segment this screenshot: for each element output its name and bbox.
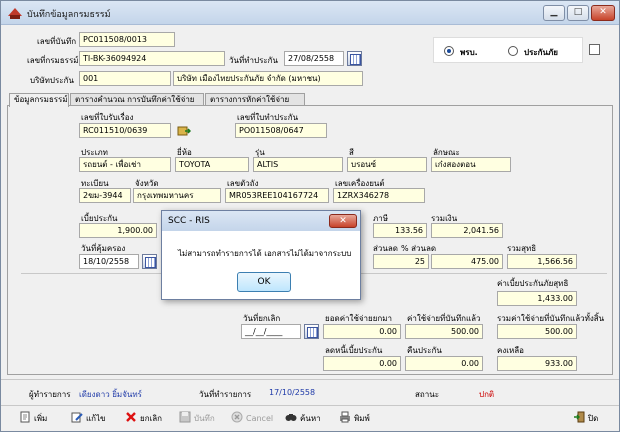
user-label: ผู้ทำรายการ	[29, 390, 71, 399]
dialog-close-button[interactable]: ✕	[329, 214, 357, 228]
save-button-label: บันทึก	[194, 414, 215, 423]
edit-icon	[71, 412, 83, 423]
insurer-code-field[interactable]: 001	[79, 71, 171, 86]
net-premium-label: ค่าเบี้ยประกันภัยสุทธิ	[497, 279, 569, 288]
print-button[interactable]: พิมพ์	[339, 411, 370, 427]
close-window-button[interactable]: ✕	[591, 5, 615, 21]
cancel-button-label: Cancel	[246, 414, 274, 423]
deduct-field[interactable]: 0.00	[323, 356, 401, 371]
window-title: บันทึกข้อมูลกรมธรรม์	[27, 10, 111, 20]
model-field[interactable]: ALTIS	[253, 157, 343, 172]
dialog-ok-button[interactable]: OK	[237, 272, 291, 292]
radio-prb-label: พรบ.	[460, 48, 478, 57]
close-button[interactable]: ปิด	[573, 411, 598, 427]
expense-field[interactable]: 500.00	[405, 324, 483, 339]
brand-field[interactable]: TOYOTA	[175, 157, 249, 172]
net-premium-field[interactable]: 1,433.00	[497, 291, 577, 306]
calendar-icon[interactable]	[304, 324, 319, 339]
flag-checkbox[interactable]	[589, 44, 600, 55]
claim-no-field[interactable]: RC011510/0639	[79, 123, 171, 138]
add-button-label: เพิ่ม	[34, 414, 48, 423]
discount-pct-field[interactable]: 25	[373, 254, 429, 269]
search-button[interactable]: ค้นหา	[285, 411, 321, 427]
edit-button[interactable]: แก้ไข	[71, 411, 106, 427]
policy-no-label: เลขที่กรมธรรม์	[27, 56, 79, 65]
save-button[interactable]: บันทึก	[179, 411, 215, 427]
state-label: สถานะ	[415, 390, 439, 399]
dialog-message: ไม่สามารถทำรายการได้ เอกสารไม่ได้มาจากระ…	[178, 249, 352, 258]
app-icon	[8, 8, 22, 19]
title-bar: บันทึกข้อมูลกรมธรรม์ ▁ □ ✕	[1, 1, 619, 25]
main-window: บันทึกข้อมูลกรมธรรม์ ▁ □ ✕ เลขที่บันทึก …	[0, 0, 620, 432]
policy-kind-group: พรบ. ประกันภัย	[433, 37, 583, 63]
maximize-button[interactable]: □	[567, 5, 589, 21]
radio-insurance[interactable]	[508, 46, 518, 56]
paid-field[interactable]: 0.00	[323, 324, 401, 339]
total-expense-field[interactable]: 500.00	[497, 324, 577, 339]
tab-policy-info[interactable]: ข้อมูลกรมธรรม์	[9, 93, 69, 107]
color-field[interactable]: บรอนซ์	[347, 157, 427, 172]
cancel-button[interactable]: Cancel	[231, 411, 273, 427]
state-value: ปกติ	[479, 390, 495, 399]
print-button-label: พิมพ์	[354, 414, 370, 423]
protect-date-field[interactable]: 18/10/2558	[79, 254, 139, 269]
cancel-circle-icon	[231, 411, 243, 423]
chassis-field[interactable]: MR053REE104167724	[225, 188, 329, 203]
status-bar: ผู้ทำรายการ เดียงดาว ยิ้มจันทร์ วันที่ทำ…	[1, 379, 619, 405]
notify-date-label: วันที่ทำประกัน	[229, 56, 278, 65]
notify-date-field[interactable]: 27/08/2558	[284, 51, 344, 66]
cancel-doc-button[interactable]: ยกเลิก	[125, 411, 162, 427]
doc-no-label: เลขที่บันทึก	[37, 37, 77, 46]
message-dialog: SCC - RIS ✕ ไม่สามารถทำรายการได้ เอกสารไ…	[161, 210, 361, 300]
remain-field[interactable]: 933.00	[497, 356, 577, 371]
new-document-icon	[20, 411, 30, 423]
total-field[interactable]: 2,041.56	[431, 223, 503, 238]
type-field[interactable]: รถยนต์ - เพื่อเช่า	[79, 157, 171, 172]
style-field[interactable]: เก๋งสองตอน	[431, 157, 511, 172]
close-button-label: ปิด	[588, 414, 599, 423]
premium-field[interactable]: 1,900.00	[79, 223, 157, 238]
date-label: วันที่ทำรายการ	[199, 390, 252, 399]
refund-field[interactable]: 0.00	[405, 356, 483, 371]
policy-no-field[interactable]: TI-BK-36094924	[79, 51, 225, 66]
add-button[interactable]: เพิ่ม	[19, 411, 47, 427]
user-value: เดียงดาว ยิ้มจันทร์	[79, 390, 142, 399]
calendar-icon[interactable]	[142, 254, 157, 269]
plate-field[interactable]: 2ฆม-3944	[79, 188, 131, 203]
lookup-icon[interactable]	[177, 125, 191, 137]
cancel-doc-button-label: ยกเลิก	[140, 414, 163, 423]
radio-prb[interactable]	[444, 46, 454, 56]
search-button-label: ค้นหา	[300, 414, 321, 423]
doc-no-field[interactable]: PC011508/0013	[79, 32, 175, 47]
insurer-label: บริษัทประกัน	[30, 76, 74, 85]
bottom-toolbar: เพิ่ม แก้ไข ยกเลิก บันทึก Cancel ค้นหา พ…	[1, 405, 619, 431]
tax-field[interactable]: 133.56	[373, 223, 427, 238]
province-field[interactable]: กรุงเทพมหานคร	[133, 188, 221, 203]
insurer-name-field: บริษัท เมืองไทยประกันภัย จำกัด (มหาชน)	[173, 71, 363, 86]
discount-amount-field[interactable]: 475.00	[431, 254, 503, 269]
date-value: 17/10/2558	[269, 388, 316, 397]
quote-no-field[interactable]: PO011508/0647	[235, 123, 327, 138]
engine-field[interactable]: 1ZRX346278	[333, 188, 425, 203]
delete-x-icon	[126, 412, 136, 422]
edit-button-label: แก้ไข	[86, 414, 106, 423]
radio-insurance-label: ประกันภัย	[524, 48, 558, 57]
net-field[interactable]: 1,566.56	[507, 254, 577, 269]
binoculars-icon	[285, 414, 297, 421]
floppy-disk-icon	[179, 411, 191, 423]
printer-icon	[340, 411, 350, 423]
dialog-body: ไม่สามารถทำรายการได้ เอกสารไม่ได้มาจากระ…	[162, 231, 360, 299]
exit-door-icon	[574, 411, 585, 423]
calendar-icon[interactable]	[347, 51, 362, 66]
minimize-button[interactable]: ▁	[543, 5, 565, 21]
cancel-date-field[interactable]: __/__/____	[241, 324, 301, 339]
